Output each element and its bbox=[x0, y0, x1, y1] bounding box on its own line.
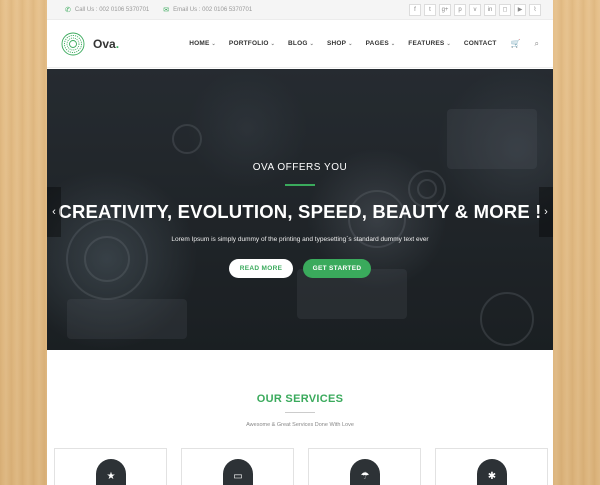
service-card[interactable]: ☂ bbox=[308, 448, 421, 485]
facebook-icon[interactable]: f bbox=[409, 3, 421, 16]
monitor-icon: ▭ bbox=[223, 459, 253, 485]
search-icon[interactable]: ⌕ bbox=[535, 39, 539, 49]
phone-icon: ✆ bbox=[65, 6, 71, 14]
services-section: OUR SERVICES Awesome & Great Services Do… bbox=[47, 350, 553, 485]
twitter-icon[interactable]: t bbox=[424, 3, 436, 16]
logo-icon bbox=[61, 32, 85, 55]
linkedin-icon[interactable]: in bbox=[484, 3, 496, 16]
chevron-down-icon: ⌄ bbox=[309, 40, 314, 47]
hero-content: OVA OFFERS YOU CREATIVITY, EVOLUTION, SP… bbox=[47, 69, 553, 350]
services-subtitle: Awesome & Great Services Done With Love bbox=[246, 422, 354, 428]
nav-pages[interactable]: PAGES ⌄ bbox=[366, 40, 396, 47]
nav-home[interactable]: HOME ⌄ bbox=[189, 40, 216, 47]
read-more-button[interactable]: READ MORE bbox=[229, 259, 293, 278]
hero-buttons: READ MORE GET STARTED bbox=[47, 259, 553, 278]
page: ✆ Call Us : 002 0106 5370701 ✉ Email Us … bbox=[47, 0, 553, 485]
pinterest-icon[interactable]: p bbox=[454, 3, 466, 16]
top-bar: ✆ Call Us : 002 0106 5370701 ✉ Email Us … bbox=[47, 0, 553, 20]
services-title: OUR SERVICES bbox=[256, 393, 344, 405]
vimeo-icon[interactable]: v bbox=[469, 3, 481, 16]
chevron-down-icon: ⌄ bbox=[390, 40, 396, 47]
site-header: Ova. HOME ⌄ PORTFOLIO ⌄ BLOG ⌄ SHOP ⌄ PAGES ⌄… bbox=[47, 20, 553, 68]
hero-kicker: OVA OFFERS YOU bbox=[252, 162, 348, 173]
service-cards: ★ ▭ ☂ ✱ bbox=[54, 448, 548, 485]
slider-next-arrow-icon[interactable]: › bbox=[539, 187, 553, 237]
hero-subtitle: Lorem Ipsum is simply dummy of the print… bbox=[171, 236, 429, 243]
nav-features[interactable]: FEATURES ⌄ bbox=[408, 40, 451, 47]
instagram-icon[interactable]: ◻ bbox=[499, 3, 511, 16]
youtube-icon[interactable]: ▶ bbox=[514, 3, 526, 16]
gear-icon: ✱ bbox=[477, 459, 507, 485]
logo[interactable]: Ova. bbox=[61, 32, 119, 56]
slider-prev-arrow-icon[interactable]: ‹ bbox=[47, 187, 61, 237]
service-card[interactable]: ✱ bbox=[435, 448, 548, 485]
email-us-label: Email Us : 002 0106 5370701 bbox=[173, 6, 253, 13]
chevron-down-icon: ⌄ bbox=[348, 40, 353, 47]
hero-slider: OVA OFFERS YOU CREATIVITY, EVOLUTION, SP… bbox=[47, 69, 553, 350]
call-us: ✆ Call Us : 002 0106 5370701 bbox=[65, 6, 149, 14]
google-plus-icon[interactable]: g+ bbox=[439, 3, 451, 16]
service-card[interactable]: ★ bbox=[54, 448, 167, 485]
chevron-down-icon: ⌄ bbox=[211, 40, 216, 47]
chevron-down-icon: ⌄ bbox=[270, 40, 276, 47]
email-us: ✉ Email Us : 002 0106 5370701 bbox=[163, 6, 252, 14]
hero-title: CREATIVITY, EVOLUTION, SPEED, BEAUTY & M… bbox=[58, 201, 542, 222]
cart-icon[interactable]: 🛒 bbox=[511, 39, 521, 48]
nav-portfolio[interactable]: PORTFOLIO ⌄ bbox=[229, 40, 275, 47]
social-links: f t g+ p v in ◻ ▶ ⌇ bbox=[409, 3, 541, 16]
envelope-icon: ✉ bbox=[163, 6, 170, 14]
services-divider bbox=[285, 412, 315, 413]
service-card[interactable]: ▭ bbox=[181, 448, 294, 485]
chevron-down-icon: ⌄ bbox=[446, 40, 451, 47]
umbrella-icon: ☂ bbox=[350, 459, 380, 485]
hero-divider bbox=[285, 184, 315, 186]
nav-blog[interactable]: BLOG ⌄ bbox=[288, 40, 314, 47]
rss-icon[interactable]: ⌇ bbox=[529, 3, 541, 16]
main-nav: HOME ⌄ PORTFOLIO ⌄ BLOG ⌄ SHOP ⌄ PAGES ⌄ FEAT… bbox=[176, 39, 539, 49]
get-started-button[interactable]: GET STARTED bbox=[303, 259, 371, 278]
call-us-label: Call Us : 002 0106 5370701 bbox=[74, 6, 150, 13]
star-icon: ★ bbox=[96, 459, 126, 485]
nav-contact[interactable]: CONTACT bbox=[464, 40, 497, 47]
logo-text: Ova. bbox=[93, 36, 120, 51]
nav-shop[interactable]: SHOP ⌄ bbox=[327, 40, 353, 47]
